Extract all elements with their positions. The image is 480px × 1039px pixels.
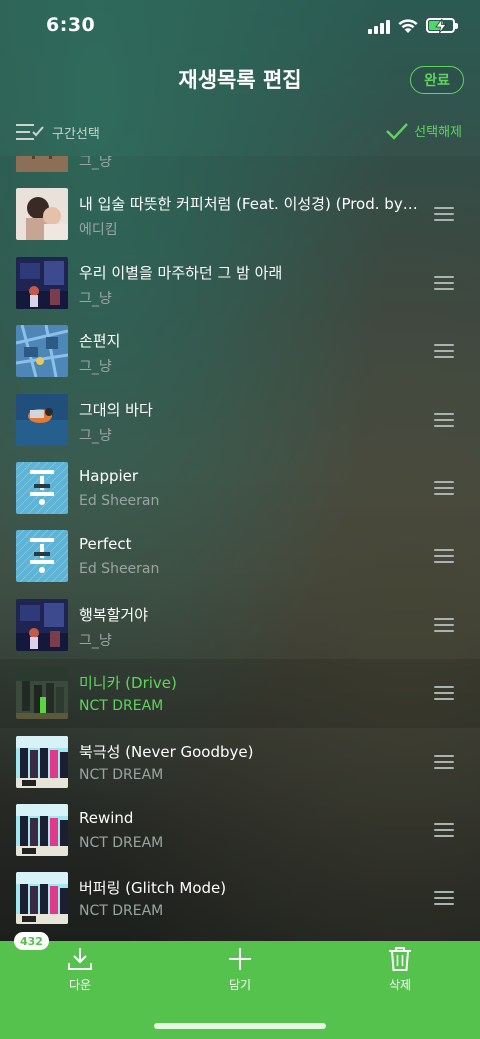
drag-handle-icon[interactable] <box>434 275 454 290</box>
track-artist: 에디킴 <box>79 222 118 239</box>
track-artist: NCT DREAM <box>79 698 164 715</box>
track-row[interactable]: 행복할거야그_냥 <box>0 591 480 659</box>
track-row[interactable]: 내 입술 따뜻한 커피처럼 (Feat. 이성경) (Prod. by… 에디킴 <box>0 180 480 248</box>
track-artist: Ed Sheeran <box>79 492 160 509</box>
drag-handle-icon[interactable] <box>434 822 454 837</box>
range-select-button[interactable]: 구간선택 <box>52 123 100 142</box>
range-select-icon[interactable] <box>16 122 44 142</box>
album-cover <box>16 803 68 856</box>
album-cover <box>16 325 68 378</box>
drag-handle-icon[interactable] <box>434 617 454 632</box>
battery-icon <box>426 18 458 33</box>
track-title: 내 입술 따뜻한 커피처럼 (Feat. 이성경) (Prod. by… <box>79 195 418 214</box>
status-time: 6:30 <box>46 14 96 36</box>
playlist-tracks[interactable]: 그 사이그_냥내 입술 따뜻한 커피처럼 (Feat. 이성경) (Prod. … <box>0 156 480 941</box>
download-button[interactable]: 다운 <box>40 946 120 993</box>
album-cover <box>16 256 68 309</box>
plus-icon <box>229 948 251 970</box>
track-artist: NCT DREAM <box>79 766 164 783</box>
download-label: 다운 <box>68 978 92 992</box>
track-artist: NCT DREAM <box>79 903 164 920</box>
page-title: 재생목록 편집 <box>178 68 302 92</box>
track-title: 북극성 (Never Goodbye) <box>79 742 254 761</box>
track-row[interactable]: 버퍼링 (Glitch Mode) NCT DREAM <box>0 864 480 932</box>
track-artist: 그_냥 <box>79 359 112 376</box>
drag-handle-icon[interactable] <box>434 891 454 906</box>
deselect-label: 선택해제 <box>414 125 462 140</box>
track-artist: Ed Sheeran <box>79 561 160 578</box>
track-artist: 그_냥 <box>79 156 112 170</box>
track-row[interactable]: 우리 이별을 마주하던 그 밤 아래그_냥 <box>0 249 480 317</box>
track-title: 손편지 <box>79 332 121 351</box>
drag-handle-icon[interactable] <box>434 412 454 427</box>
album-cover <box>16 188 68 241</box>
download-icon <box>68 948 92 970</box>
drag-handle-icon[interactable] <box>434 344 454 359</box>
album-cover <box>16 667 68 720</box>
drag-handle-icon[interactable] <box>434 207 454 222</box>
album-cover <box>16 872 68 925</box>
deselect-button[interactable]: 선택해제 <box>386 121 462 140</box>
track-artist: 그_냥 <box>79 632 112 649</box>
track-title: 그대의 바다 <box>79 400 153 419</box>
delete-label: 삭제 <box>388 978 412 992</box>
track-artist: 그_냥 <box>79 290 112 307</box>
home-indicator[interactable] <box>154 1023 326 1029</box>
add-label: 담기 <box>228 978 252 992</box>
track-row[interactable]: Perfect Ed Sheeran <box>0 522 480 590</box>
track-title: Rewind <box>79 808 134 827</box>
track-row[interactable]: 손편지그_냥 <box>0 317 480 385</box>
check-icon <box>386 122 409 140</box>
wifi-icon <box>398 19 418 33</box>
drag-handle-icon[interactable] <box>434 480 454 495</box>
add-to-playlist-button[interactable]: 담기 <box>200 946 280 993</box>
album-cover <box>16 156 68 172</box>
drag-handle-icon[interactable] <box>434 686 454 701</box>
track-title: 행복할거야 <box>79 605 149 624</box>
album-cover <box>16 393 68 446</box>
track-title: Happier <box>79 466 139 485</box>
track-title: Perfect <box>79 535 132 554</box>
done-button[interactable]: 완료 <box>410 66 464 94</box>
track-title: 버퍼링 (Glitch Mode) <box>79 879 227 898</box>
drag-handle-icon[interactable] <box>434 754 454 769</box>
track-artist: NCT DREAM <box>79 834 164 851</box>
track-row[interactable]: Happier Ed Sheeran <box>0 454 480 522</box>
track-title: 우리 이별을 마주하던 그 밤 아래 <box>79 263 283 282</box>
track-row[interactable]: Rewind NCT DREAM <box>0 796 480 864</box>
drag-handle-icon[interactable] <box>434 549 454 564</box>
track-row[interactable]: 미니카 (Drive) NCT DREAM <box>0 659 480 728</box>
trash-icon <box>389 947 411 971</box>
edit-toolbar: 구간선택 선택해제 <box>0 110 480 154</box>
track-artist: 그_냥 <box>79 427 112 444</box>
track-row[interactable]: 그 사이그_냥 <box>0 156 480 180</box>
track-row[interactable]: 그대의 바다그_냥 <box>0 386 480 454</box>
delete-button[interactable]: 삭제 <box>360 946 440 993</box>
track-title: 미니카 (Drive) <box>79 674 177 693</box>
cellular-signal-icon <box>368 20 390 34</box>
charging-bolt-icon <box>435 19 447 33</box>
album-cover <box>16 530 68 583</box>
album-cover <box>16 598 68 651</box>
selection-count-badge: 432 <box>14 932 49 950</box>
status-bar: 6:30 <box>0 0 480 52</box>
album-cover <box>16 735 68 788</box>
track-row[interactable]: 북극성 (Never Goodbye) NCT DREAM <box>0 728 480 796</box>
album-cover <box>16 461 68 514</box>
